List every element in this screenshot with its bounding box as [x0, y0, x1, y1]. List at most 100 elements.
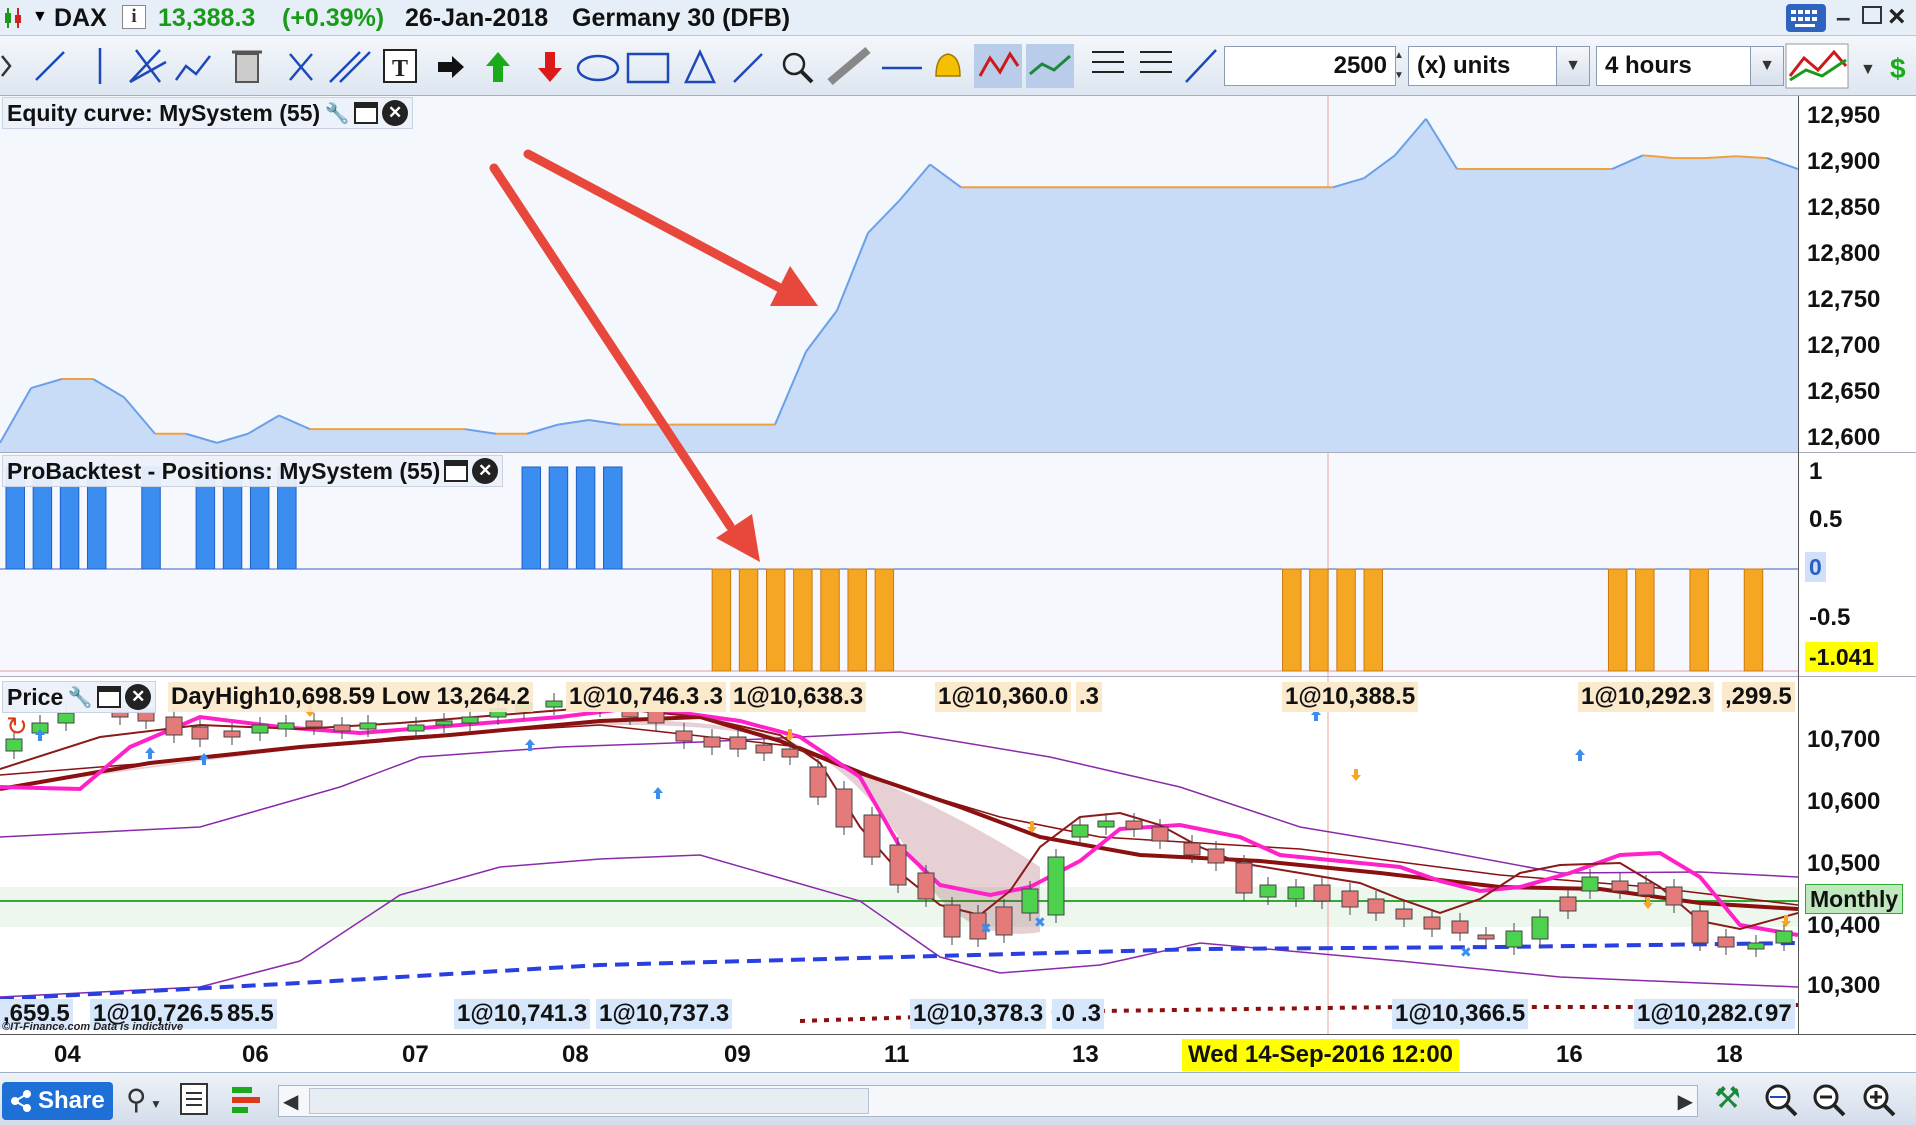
equity-axis-label: 12,800 — [1807, 240, 1881, 267]
current-position-value: -1.041 — [1805, 642, 1879, 672]
units-select[interactable]: (x) units — [1408, 46, 1560, 86]
minimize-icon[interactable]: – — [1836, 2, 1850, 33]
bearish-candle — [1151, 826, 1169, 842]
scroll-thumb[interactable] — [309, 1088, 869, 1114]
units-dropdown-icon[interactable]: ▼ — [1556, 46, 1590, 86]
window-icon[interactable] — [444, 460, 469, 482]
zoom-fit-icon[interactable] — [1760, 1079, 1800, 1119]
zoom-out-icon[interactable] — [1808, 1079, 1848, 1119]
short-position-bar — [874, 568, 895, 672]
window-icon[interactable] — [97, 686, 122, 708]
price-change: (+0.39%) — [282, 4, 385, 32]
tools-icon[interactable]: ⚒ — [1714, 1081, 1741, 1116]
timeframe-dropdown-icon[interactable]: ▼ — [1750, 46, 1784, 86]
magnet-dropdown-icon[interactable]: ▼ — [150, 1097, 162, 1111]
exit-marker-icon: ✖ — [1034, 915, 1046, 931]
bearish-candle — [305, 720, 323, 728]
bars-icon[interactable] — [230, 1083, 264, 1117]
short-position-bar — [1309, 568, 1329, 672]
buy-marker-icon — [1575, 749, 1585, 761]
equity-axis-label: 12,600 — [1807, 424, 1881, 451]
bearish-candle — [1313, 884, 1331, 902]
bearish-candle — [1717, 936, 1735, 948]
bearish-candle — [703, 736, 721, 748]
bearish-candle — [191, 726, 209, 740]
wrench-icon[interactable]: 🔧 — [67, 684, 93, 710]
short-position-bar — [1607, 568, 1628, 672]
scroll-right-icon[interactable]: ▶ — [1678, 1089, 1693, 1114]
positions-axis-label: -0.5 — [1809, 604, 1851, 631]
symbol-name[interactable]: DAX — [54, 4, 107, 33]
equity-axis-label: 12,700 — [1807, 332, 1881, 359]
bullish-candle — [251, 724, 269, 734]
bearish-candle — [1235, 862, 1253, 894]
bullish-candle — [277, 722, 295, 730]
info-icon[interactable]: i — [122, 5, 146, 29]
buy-marker-icon — [145, 747, 155, 759]
bullish-candle — [1071, 824, 1089, 838]
quantity-input[interactable]: 2500 — [1224, 46, 1396, 86]
price-axis-label: 10,300 — [1807, 972, 1881, 999]
price-axis-label: 10,400 — [1807, 912, 1881, 939]
buy-marker-icon — [653, 787, 663, 799]
equity-axis-label: 12,850 — [1807, 194, 1881, 221]
bearish-candle — [165, 716, 183, 736]
bullish-candle — [1747, 942, 1765, 950]
equity-axis-label: 12,900 — [1807, 148, 1881, 175]
close-pane-icon[interactable]: ✕ — [125, 684, 152, 710]
keyboard-icon[interactable] — [1786, 4, 1826, 32]
restore-icon[interactable] — [1862, 6, 1882, 24]
price-axis-label: 10,500 — [1807, 850, 1881, 877]
top-annotation: 1@10,292.3 — [1578, 682, 1715, 712]
quantity-stepper[interactable]: ▲ ▼ — [1394, 46, 1406, 86]
bottom-annotation: 1@10,282.0 — [1634, 999, 1771, 1029]
chart-type-icon[interactable] — [4, 6, 24, 30]
zoom-in-icon[interactable] — [1858, 1079, 1898, 1119]
bearish-candle — [889, 844, 907, 886]
close-window-icon[interactable]: × — [1888, 0, 1906, 34]
time-axis[interactable]: 04 06 07 08 09 11 13 16 18 Wed 14-Sep-20… — [0, 1034, 1916, 1072]
bearish-candle — [1477, 934, 1495, 940]
close-pane-icon[interactable]: ✕ — [382, 100, 409, 126]
top-annotation: ,299.5 — [1722, 682, 1795, 712]
svg-text:T: T — [392, 56, 408, 82]
bottom-annotation: .3 — [1078, 999, 1105, 1029]
price-pane: ✖ ✖ ✖ ↻ Price 🔧 ✕ DayHigh10,698.59 Low 13,2… — [0, 676, 1798, 1034]
short-position-bar — [1635, 568, 1655, 672]
bottom-annotation: 1@10,737.3 — [596, 999, 733, 1029]
bullish-candle — [435, 720, 453, 726]
share-button[interactable]: Share — [2, 1082, 113, 1120]
monthly-band — [0, 887, 1798, 927]
bearish-candle — [1451, 920, 1469, 934]
bearish-candle — [1207, 848, 1225, 864]
bullish-candle — [1505, 930, 1523, 948]
bullish-candle — [57, 712, 75, 724]
bottom-annotation: .0 — [1052, 999, 1079, 1029]
scroll-left-icon[interactable]: ◀ — [283, 1089, 298, 1114]
timeframe-select[interactable]: 4 hours — [1596, 46, 1760, 86]
bearish-candle — [809, 766, 827, 798]
time-axis-label: 16 — [1556, 1041, 1583, 1068]
magnet-icon[interactable]: ⚲ — [126, 1083, 147, 1116]
notes-icon[interactable] — [180, 1083, 208, 1115]
instrument-name: Germany 30 (DFB) — [572, 4, 791, 32]
bearish-candle — [729, 736, 747, 750]
equity-axis-label: 12,950 — [1807, 102, 1881, 129]
bearish-candle — [1665, 886, 1683, 906]
bearish-candle — [995, 906, 1013, 936]
bearish-candle — [1611, 880, 1629, 892]
bearish-candle — [1691, 910, 1709, 944]
short-position-bar — [711, 568, 732, 672]
wrench-icon[interactable]: 🔧 — [324, 100, 350, 126]
price-axis[interactable]: 12,950 12,900 12,850 12,800 12,750 12,70… — [1798, 96, 1916, 1034]
positions-pane-title: ProBacktest - Positions: MySystem (55) — [7, 457, 441, 484]
symbol-dropdown-icon[interactable]: ▼ — [32, 8, 48, 26]
window-icon[interactable] — [354, 102, 379, 124]
time-axis-label: 09 — [724, 1041, 751, 1068]
bearish-candle — [917, 872, 935, 900]
horizontal-scrollbar[interactable]: ◀ ▶ — [278, 1085, 1698, 1117]
bearish-candle — [1395, 908, 1413, 920]
close-pane-icon[interactable]: ✕ — [472, 458, 499, 484]
bearish-candle — [1183, 842, 1201, 856]
time-axis-label: 04 — [54, 1041, 81, 1068]
